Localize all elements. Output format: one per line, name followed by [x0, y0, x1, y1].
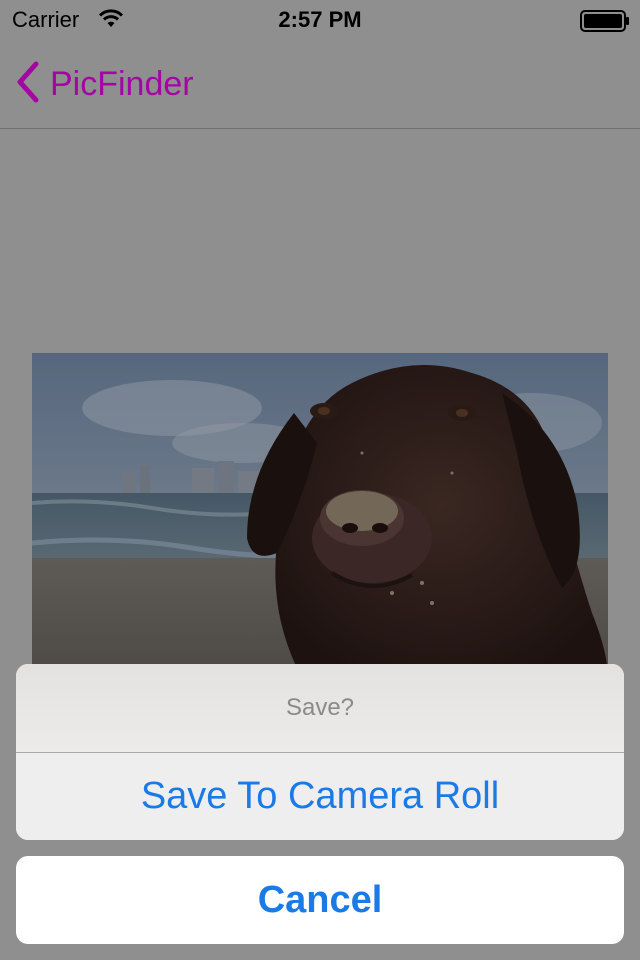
- dog-photo: [32, 353, 608, 678]
- action-sheet-title: Save?: [16, 664, 624, 753]
- chevron-left-icon: [14, 60, 40, 109]
- status-bar: Carrier 2:57 PM: [0, 0, 640, 40]
- save-to-camera-roll-button[interactable]: Save To Camera Roll: [16, 753, 624, 840]
- navigation-bar: PicFinder: [0, 40, 640, 129]
- battery-icon: [580, 10, 630, 37]
- back-button-label: PicFinder: [50, 64, 194, 103]
- back-button[interactable]: PicFinder: [14, 60, 194, 109]
- cancel-button[interactable]: Cancel: [16, 856, 624, 944]
- clock: 2:57 PM: [278, 7, 362, 32]
- action-sheet: Save? Save To Camera Roll: [16, 664, 624, 840]
